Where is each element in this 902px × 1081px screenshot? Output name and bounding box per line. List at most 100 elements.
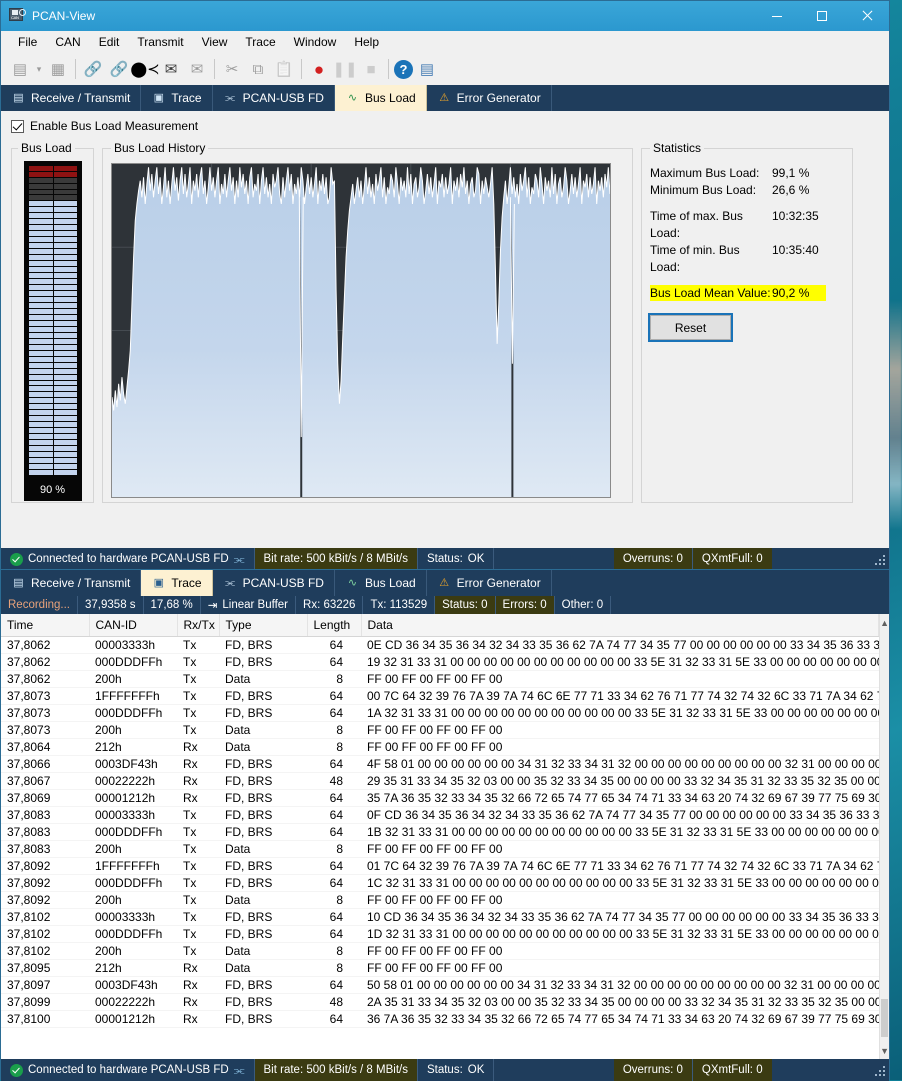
info-icon[interactable]: ▤ <box>415 57 439 81</box>
trace-rxtx: Tx <box>177 840 219 858</box>
maximize-button[interactable] <box>799 1 844 31</box>
table-row[interactable]: 37,8083 000DDDFFh Tx FD, BRS 64 1B 32 31 33 3… <box>1 823 879 841</box>
trace-type: FD, BRS <box>219 806 307 824</box>
tab2-error-generator[interactable]: ⚠ Error Generator <box>427 570 552 596</box>
table-row[interactable]: 37,8099 00022222h Rx FD, BRS 48 2A 35 31 33 3… <box>1 993 879 1011</box>
tab-pcan-usb-fd[interactable]: ⫘ PCAN-USB FD <box>213 85 335 111</box>
gauge-segment <box>28 273 77 279</box>
receive-transmit-icon: ▤ <box>13 576 24 589</box>
bus-status-value-2: OK <box>467 1064 485 1076</box>
filter-icon[interactable]: ⬤≺ <box>130 57 159 81</box>
column-header-time[interactable]: Time <box>1 614 90 637</box>
gauge-segment <box>28 422 77 428</box>
table-row[interactable]: 37,8083 00003333h Tx FD, BRS 64 0F CD 36 34 3… <box>1 806 879 824</box>
menu-item-edit[interactable]: Edit <box>90 32 129 52</box>
trace-type: FD, BRS <box>219 789 307 807</box>
tab-strip-bottom: ▤ Receive / Transmit ▣ Trace ⫘ PCAN-USB FD ∿ Bu… <box>1 570 889 596</box>
table-row[interactable]: 37,8083 200h Tx Data 8 FF 00 FF 00 FF 00 FF 0… <box>1 840 879 858</box>
menu-item-window[interactable]: Window <box>285 32 346 52</box>
trace-vertical-scrollbar[interactable]: ▲ ▼ <box>879 614 889 1059</box>
table-row[interactable]: 37,8062 000DDDFFh Tx FD, BRS 64 19 32 31 33 3… <box>1 653 879 671</box>
table-row[interactable]: 37,8097 0003DF43h Rx FD, BRS 64 50 58 01 00 0… <box>1 976 879 994</box>
gauge-segment <box>28 470 77 475</box>
close-button[interactable] <box>844 1 889 31</box>
tab-bus-load[interactable]: ∿ Bus Load <box>334 85 427 111</box>
scroll-up-arrow-icon[interactable]: ▲ <box>880 614 889 631</box>
trace-type: FD, BRS <box>219 636 307 654</box>
trace-data: 4F 58 01 00 00 00 00 00 00 34 31 32 33 3… <box>361 755 879 773</box>
table-row[interactable]: 37,8092 200h Tx Data 8 FF 00 FF 00 FF 00 FF 0… <box>1 891 879 909</box>
warning-icon: ⚠ <box>439 91 450 104</box>
table-row[interactable]: 37,8100 00001212h Rx FD, BRS 64 36 7A 36 35 3… <box>1 1010 879 1028</box>
gauge-segment <box>28 231 77 237</box>
table-row[interactable]: 37,8102 000DDDFFh Tx FD, BRS 64 1D 32 31 33 3… <box>1 925 879 943</box>
minimize-button[interactable] <box>754 1 799 31</box>
connect-icon[interactable]: 🔗 <box>81 57 105 81</box>
tab-receive-transmit[interactable]: ▤ Receive / Transmit <box>1 85 142 111</box>
trace-time: 37,8073 <box>1 721 89 739</box>
trace-data: FF 00 FF 00 FF 00 FF 00 <box>361 942 879 960</box>
trace-length: 64 <box>307 806 361 824</box>
disconnect-icon[interactable]: 🔗 <box>107 57 131 81</box>
enable-bus-load-row[interactable]: Enable Bus Load Measurement <box>11 119 879 133</box>
column-header-can-id[interactable]: CAN-ID <box>89 614 178 637</box>
trace-time: 37,8102 <box>1 925 89 943</box>
column-header-rx-tx[interactable]: Rx/Tx <box>177 614 220 637</box>
table-row[interactable]: 37,8092 000DDDFFh Tx FD, BRS 64 1C 32 31 33 3… <box>1 874 879 892</box>
trace-rxtx: Rx <box>177 959 219 977</box>
menu-item-transmit[interactable]: Transmit <box>128 32 192 52</box>
menu-item-can[interactable]: CAN <box>46 32 89 52</box>
table-row[interactable]: 37,8095 212h Rx Data 8 FF 00 FF 00 FF 00 FF 0… <box>1 959 879 977</box>
tab2-receive-transmit[interactable]: ▤ Receive / Transmit <box>1 570 142 596</box>
scroll-down-arrow-icon[interactable]: ▼ <box>880 1042 889 1059</box>
table-row[interactable]: 37,8069 00001212h Rx FD, BRS 64 35 7A 36 35 3… <box>1 789 879 807</box>
menu-item-help[interactable]: Help <box>345 32 388 52</box>
gauge-segment <box>28 416 77 422</box>
table-row[interactable]: 37,8067 00022222h Rx FD, BRS 48 29 35 31 33 3… <box>1 772 879 790</box>
receive-transmit-icon: ▤ <box>13 91 24 104</box>
trace-rxtx: Tx <box>177 857 219 875</box>
gauge-segment <box>28 290 77 296</box>
check-circle-icon <box>10 552 23 566</box>
tab2-bus-load[interactable]: ∿ Bus Load <box>335 570 427 596</box>
enable-bus-load-checkbox[interactable] <box>11 119 24 133</box>
scrollbar-thumb[interactable] <box>881 999 888 1037</box>
table-row[interactable]: 37,8064 212h Rx Data 8 FF 00 FF 00 FF 00 FF 0… <box>1 738 879 756</box>
new-message-icon[interactable]: ✉ <box>159 57 183 81</box>
table-row[interactable]: 37,8062 200h Tx Data 8 FF 00 FF 00 FF 00 FF 0… <box>1 670 879 688</box>
tab-trace[interactable]: ▣ Trace <box>141 85 213 111</box>
column-header-length[interactable]: Length <box>307 614 362 637</box>
statistics-row: Time of max. Bus Load: 10:32:35 <box>650 208 844 242</box>
trace-time: 37,8095 <box>1 959 89 977</box>
trace-can-id: 1FFFFFFFh <box>89 857 177 875</box>
tab-error-generator[interactable]: ⚠ Error Generator <box>427 85 552 111</box>
trace-length: 64 <box>307 925 361 943</box>
record-icon[interactable]: ● <box>307 57 331 81</box>
table-row[interactable]: 37,8062 00003333h Tx FD, BRS 64 0E CD 36 34 3… <box>1 636 879 654</box>
table-row[interactable]: 37,8102 00003333h Tx FD, BRS 64 10 CD 36 34 3… <box>1 908 879 926</box>
tab2-trace[interactable]: ▣ Trace <box>141 570 213 596</box>
table-row[interactable]: 37,8066 0003DF43h Rx FD, BRS 64 4F 58 01 00 0… <box>1 755 879 773</box>
resize-grip-2[interactable] <box>873 1064 886 1076</box>
tab2-pcan-usb-fd[interactable]: ⫘ PCAN-USB FD <box>213 570 335 596</box>
help-icon[interactable]: ? <box>394 59 413 79</box>
column-header-data[interactable]: Data <box>361 614 880 637</box>
resize-grip[interactable] <box>873 553 886 565</box>
trace-can-id: 200h <box>89 840 177 858</box>
reset-button[interactable]: Reset <box>648 313 733 342</box>
table-row[interactable]: 37,8092 1FFFFFFFh Tx FD, BRS 64 01 7C 64 32 3… <box>1 857 879 875</box>
table-row[interactable]: 37,8073 200h Tx Data 8 FF 00 FF 00 FF 00 FF 0… <box>1 721 879 739</box>
open-project-icon: ▤ <box>12 60 28 78</box>
statistics-row-value: 10:32:35 <box>772 209 819 223</box>
trace-table-header-row[interactable]: Time CAN-ID Rx/Tx Type Length Data <box>1 614 880 637</box>
trace-window: ▤ Receive / Transmit ▣ Trace ⫘ PCAN-USB FD ∿ Bu… <box>0 569 890 1081</box>
trace-time: 37,8092 <box>1 891 89 909</box>
table-row[interactable]: 37,8073 000DDDFFh Tx FD, BRS 64 1A 32 31 33 3… <box>1 704 879 722</box>
menu-item-file[interactable]: File <box>9 32 46 52</box>
column-header-type[interactable]: Type <box>219 614 308 637</box>
gauge-segment <box>28 302 77 308</box>
table-row[interactable]: 37,8102 200h Tx Data 8 FF 00 FF 00 FF 00 FF 0… <box>1 942 879 960</box>
menu-item-view[interactable]: View <box>193 32 237 52</box>
menu-item-trace[interactable]: Trace <box>236 32 284 52</box>
table-row[interactable]: 37,8073 1FFFFFFFh Tx FD, BRS 64 00 7C 64 32 3… <box>1 687 879 705</box>
